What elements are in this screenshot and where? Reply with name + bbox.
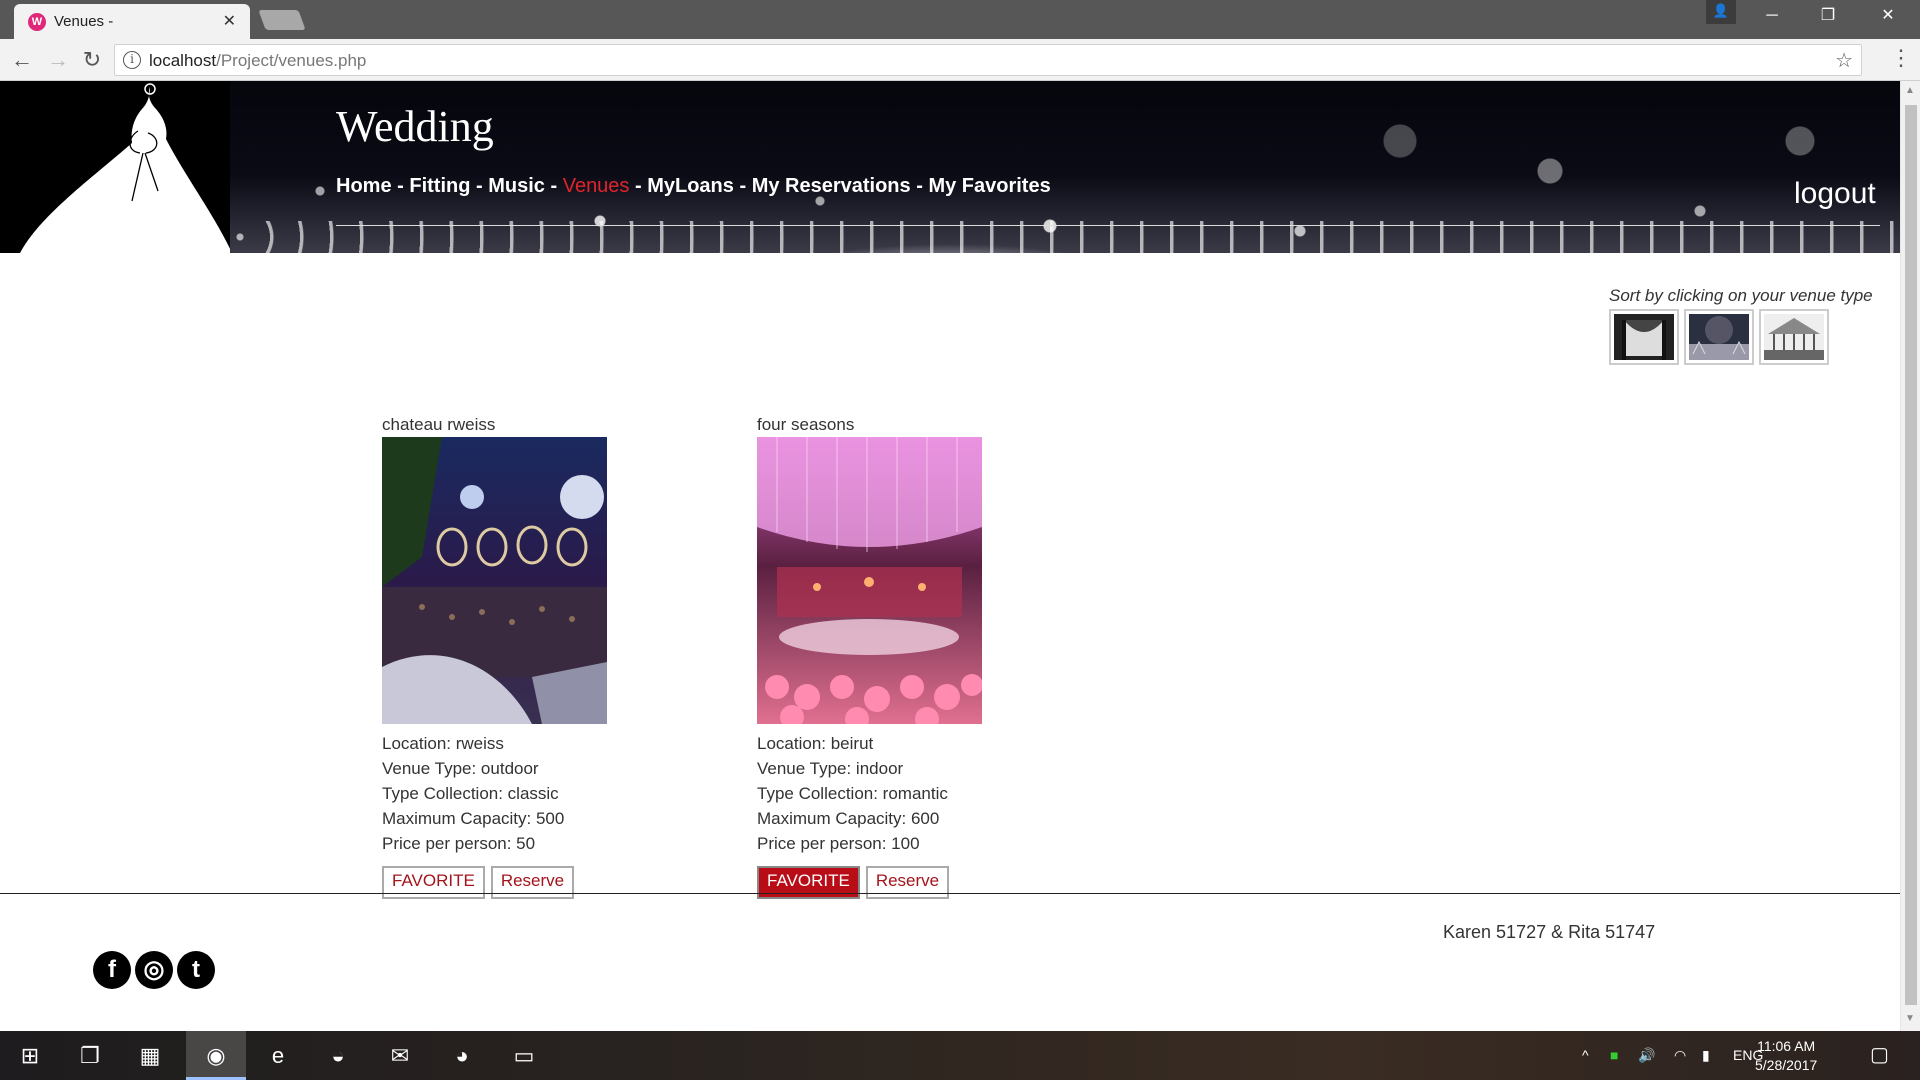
venue-location: Location: beirut: [757, 734, 874, 753]
wifi-icon[interactable]: ◠: [1674, 1031, 1686, 1080]
instagram-icon[interactable]: ◎: [135, 951, 173, 989]
venue-card: four seasons Location: beirut Venue Type…: [757, 415, 997, 899]
file-explorer-icon[interactable]: ▭: [494, 1031, 554, 1080]
clock-date: 5/28/2017: [1755, 1057, 1818, 1073]
volume-icon[interactable]: 🔊: [1638, 1031, 1655, 1080]
minimize-icon[interactable]: ─: [1744, 0, 1800, 32]
scroll-down-icon[interactable]: ▼: [1905, 1013, 1915, 1024]
favorite-button[interactable]: FAVORITE: [382, 866, 485, 899]
venue-name: chateau rweiss: [382, 415, 496, 434]
address-bar[interactable]: i localhost/Project/venues.php ☆: [114, 44, 1862, 76]
restore-icon[interactable]: ❐: [1800, 0, 1856, 32]
dress-logo: [0, 81, 232, 253]
footer-divider: [0, 893, 1900, 894]
venue-type-garden-icon: [1689, 314, 1749, 360]
mail-icon[interactable]: ✉: [370, 1031, 430, 1080]
chrome-icon[interactable]: ◉: [186, 1031, 246, 1080]
venue-photo: [757, 437, 983, 731]
venue-photo: [382, 437, 607, 724]
new-tab-button[interactable]: [258, 10, 306, 30]
venue-type-hall-icon: [1614, 314, 1674, 360]
profile-icon[interactable]: 👤: [1706, 0, 1736, 24]
back-icon[interactable]: ←: [8, 46, 36, 74]
venue-collection: Type Collection: classic: [382, 784, 559, 803]
nav-my-favorites[interactable]: My Favorites: [928, 175, 1050, 197]
bookmark-star-icon[interactable]: ☆: [1835, 48, 1853, 73]
venue-location: Location: rweiss: [382, 734, 504, 753]
nav-music[interactable]: Music: [488, 175, 545, 197]
favorite-button[interactable]: FAVORITE: [757, 866, 860, 899]
venue-card: chateau rweiss Location: rweiss Venue Ty…: [382, 415, 622, 899]
excel-icon[interactable]: ▦: [120, 1031, 180, 1080]
page-viewport: Wedding Home - Fitting - Music - Venues …: [0, 81, 1900, 1031]
sort-thumb-3[interactable]: [1759, 309, 1829, 365]
tray-chevron-icon[interactable]: ^: [1582, 1031, 1589, 1080]
nav-home[interactable]: Home: [336, 175, 392, 197]
nav-myloans[interactable]: MyLoans: [647, 175, 734, 197]
browser-toolbar: ← → ↻ i localhost/Project/venues.php ☆ ⋮: [0, 39, 1920, 81]
browser-tab[interactable]: W Venues - ✕: [14, 4, 250, 39]
notifications-icon[interactable]: ▢: [1870, 1031, 1889, 1080]
start-menu-icon[interactable]: ⊞: [0, 1031, 60, 1080]
site-title: Wedding: [336, 102, 494, 151]
close-window-icon[interactable]: ✕: [1860, 0, 1916, 32]
task-view-icon[interactable]: ❐: [60, 1031, 120, 1080]
tab-favicon-icon: W: [28, 13, 46, 31]
info-icon[interactable]: i: [123, 51, 141, 69]
eclipse-icon[interactable]: ◒: [308, 1031, 368, 1080]
venue-type: Venue Type: outdoor: [382, 759, 539, 778]
page-scrollbar[interactable]: ▲ ▼: [1900, 81, 1920, 1031]
venue-type-glasshouse-icon: [1764, 314, 1824, 360]
venue-capacity: Maximum Capacity: 500: [382, 809, 565, 828]
footer-credits: Karen 51727 & Rita 51747: [1443, 922, 1656, 942]
venue-collection: Type Collection: romantic: [757, 784, 948, 803]
browser-titlebar: W Venues - ✕ 👤 ─ ❐ ✕: [0, 0, 1920, 39]
firefox-icon[interactable]: ◕: [432, 1031, 492, 1080]
forward-icon[interactable]: →: [44, 46, 72, 74]
battery-icon[interactable]: ▮: [1702, 1031, 1710, 1080]
venue-capacity: Maximum Capacity: 600: [757, 809, 940, 828]
tab-title: Venues -: [54, 13, 114, 30]
facebook-icon[interactable]: f: [93, 951, 131, 989]
nav-divider: [336, 225, 1880, 226]
taskbar-clock[interactable]: 11:06 AM 5/28/2017: [1755, 1037, 1817, 1075]
nav-my-reservations[interactable]: My Reservations: [752, 175, 911, 197]
nav-venues[interactable]: Venues: [563, 175, 630, 197]
tab-close-icon[interactable]: ✕: [223, 11, 236, 31]
scroll-up-icon[interactable]: ▲: [1905, 85, 1915, 96]
wamp-icon[interactable]: ■: [1610, 1031, 1618, 1080]
venue-price: Price per person: 100: [757, 834, 920, 853]
browser-menu-icon[interactable]: ⋮: [1890, 45, 1912, 71]
sort-label: Sort by clicking on your venue type: [1609, 286, 1873, 305]
sort-thumb-2[interactable]: [1684, 309, 1754, 365]
reserve-button[interactable]: Reserve: [865, 866, 950, 899]
sort-thumb-1[interactable]: [1609, 309, 1679, 365]
header-banner: Wedding Home - Fitting - Music - Venues …: [0, 81, 1900, 253]
nav-fitting[interactable]: Fitting: [409, 175, 470, 197]
url-text: localhost/Project/venues.php: [149, 51, 367, 70]
clock-time: 11:06 AM: [1757, 1038, 1816, 1054]
scroll-thumb[interactable]: [1905, 105, 1917, 1005]
venue-price: Price per person: 50: [382, 834, 536, 853]
logout-link[interactable]: logout: [1794, 177, 1876, 211]
reserve-button[interactable]: Reserve: [490, 866, 575, 899]
twitter-icon[interactable]: t: [177, 951, 215, 989]
venue-type: Venue Type: indoor: [757, 759, 904, 778]
edge-icon[interactable]: e: [248, 1031, 308, 1080]
windows-taskbar: ⊞ ❐ ▦ ◉ e ◒ ✉ ◕ ▭ ^ ■ 🔊 ◠ ▮ ENG 11:06 AM…: [0, 1031, 1920, 1080]
main-nav: Home - Fitting - Music - Venues - MyLoan…: [336, 175, 1051, 197]
venue-name: four seasons: [757, 415, 855, 434]
reload-icon[interactable]: ↻: [78, 46, 106, 74]
